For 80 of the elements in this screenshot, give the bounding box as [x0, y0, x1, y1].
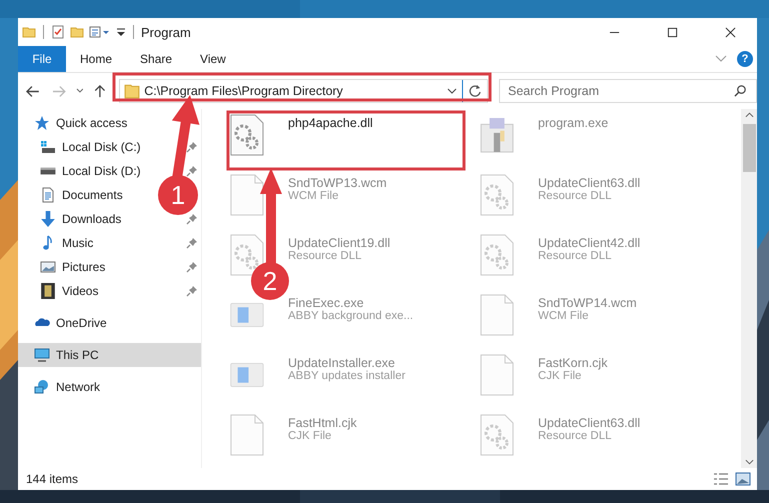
file-name[interactable]: program.exe: [538, 116, 608, 130]
star-icon: [34, 115, 50, 131]
forward-arrow-icon[interactable]: [52, 84, 66, 98]
file-name[interactable]: SndToWP13.wcm: [288, 176, 387, 190]
gear-file-icon[interactable]: [230, 114, 264, 156]
pin-icon[interactable]: [186, 213, 198, 225]
chevron-down-icon[interactable]: [446, 88, 457, 94]
refresh-icon[interactable]: [468, 84, 482, 98]
file-name[interactable]: SndToWP14.wcm: [538, 296, 637, 310]
file-name[interactable]: UpdateClient19.dll: [288, 236, 390, 250]
maximize-icon[interactable]: [667, 26, 678, 38]
nav-item[interactable]: Local Disk (D:): [40, 159, 145, 183]
help-button[interactable]: ?: [737, 51, 753, 67]
back-arrow-icon[interactable]: [26, 84, 40, 98]
download-arrow-icon: [40, 211, 56, 227]
file-name[interactable]: FastKorn.cjk: [538, 356, 608, 370]
address-bar[interactable]: C:\Program Files\Program Directory: [119, 79, 488, 103]
nav-item[interactable]: Downloads: [40, 207, 126, 231]
file-type: ABBY background exe...: [288, 310, 414, 322]
file-name[interactable]: php4apache.dll: [288, 116, 373, 130]
drive-icon: [40, 139, 56, 155]
nav-item[interactable]: Documents: [40, 183, 127, 207]
pin-icon[interactable]: [186, 285, 198, 297]
file-tab[interactable]: File: [18, 46, 66, 72]
pin-icon[interactable]: [186, 165, 198, 177]
details-view-icon[interactable]: [713, 472, 729, 486]
scroll-down-icon[interactable]: [744, 459, 754, 465]
nav-item[interactable]: Quick access: [18, 111, 201, 135]
file-type: WCM File: [538, 310, 590, 322]
nav-item[interactable]: Pictures: [40, 255, 110, 279]
pin-icon[interactable]: [186, 261, 198, 273]
search-field[interactable]: Search Program: [498, 79, 757, 103]
drive-icon: [40, 167, 56, 175]
file-type: CJK File: [288, 430, 332, 442]
address-path: C:\Program Files\Program Directory: [144, 84, 344, 98]
file-type: Resource DLL: [538, 430, 613, 442]
document-icon: [40, 187, 56, 203]
film-icon: [40, 283, 56, 299]
properties-icon[interactable]: [89, 25, 111, 39]
picture-icon: [40, 259, 56, 275]
nav-item[interactable]: This PC: [18, 343, 201, 367]
file-name[interactable]: FineExec.exe: [288, 296, 414, 310]
file-name[interactable]: UpdateClient42.dll: [538, 236, 640, 250]
folder-icon[interactable]: [22, 25, 36, 39]
ribbon-tab[interactable]: Share: [126, 46, 186, 72]
folder-icon: [124, 83, 140, 99]
scrollbar[interactable]: [741, 109, 757, 468]
item-count: 144 items: [26, 472, 78, 486]
folder-icon[interactable]: [70, 25, 84, 39]
file-name[interactable]: UpdateClient63.dll: [538, 176, 640, 190]
close-icon[interactable]: [725, 26, 736, 38]
ribbon-tab[interactable]: View: [186, 46, 240, 72]
nav-item[interactable]: Local Disk (C:): [40, 135, 145, 159]
pin-icon[interactable]: [186, 141, 198, 153]
file-name[interactable]: UpdateClient63.dll: [538, 416, 640, 430]
file-type: CJK File: [538, 370, 582, 382]
chevron-down-icon[interactable]: [76, 88, 84, 94]
scroll-thumb[interactable]: [742, 124, 756, 172]
checklist-icon[interactable]: [51, 25, 65, 39]
nav-item[interactable]: Videos: [40, 279, 102, 303]
monitor-icon: [34, 347, 50, 363]
up-arrow-icon[interactable]: [93, 84, 108, 98]
scroll-up-icon[interactable]: [744, 112, 754, 118]
nav-item[interactable]: OneDrive: [18, 311, 201, 335]
file-type: ABBY updates installer: [288, 370, 406, 382]
file-type: Resource DLL: [538, 190, 613, 202]
thumbnail-view-icon[interactable]: [735, 472, 751, 486]
window-title: Program: [141, 24, 191, 40]
ribbon-tab[interactable]: Home: [66, 46, 126, 72]
search-icon[interactable]: [734, 84, 747, 97]
nav-item[interactable]: Network: [18, 375, 201, 399]
file-type: WCM File: [288, 190, 340, 202]
file-type: Resource DLL: [288, 250, 363, 262]
pin-icon[interactable]: [186, 237, 198, 249]
gear-file-icon[interactable]: [230, 234, 264, 276]
file-type: Resource DLL: [538, 250, 613, 262]
file-name[interactable]: FastHtml.cjk: [288, 416, 357, 430]
nav-item[interactable]: Music: [40, 231, 98, 255]
file-name[interactable]: UpdateInstaller.exe: [288, 356, 406, 370]
network-icon: [34, 379, 50, 395]
